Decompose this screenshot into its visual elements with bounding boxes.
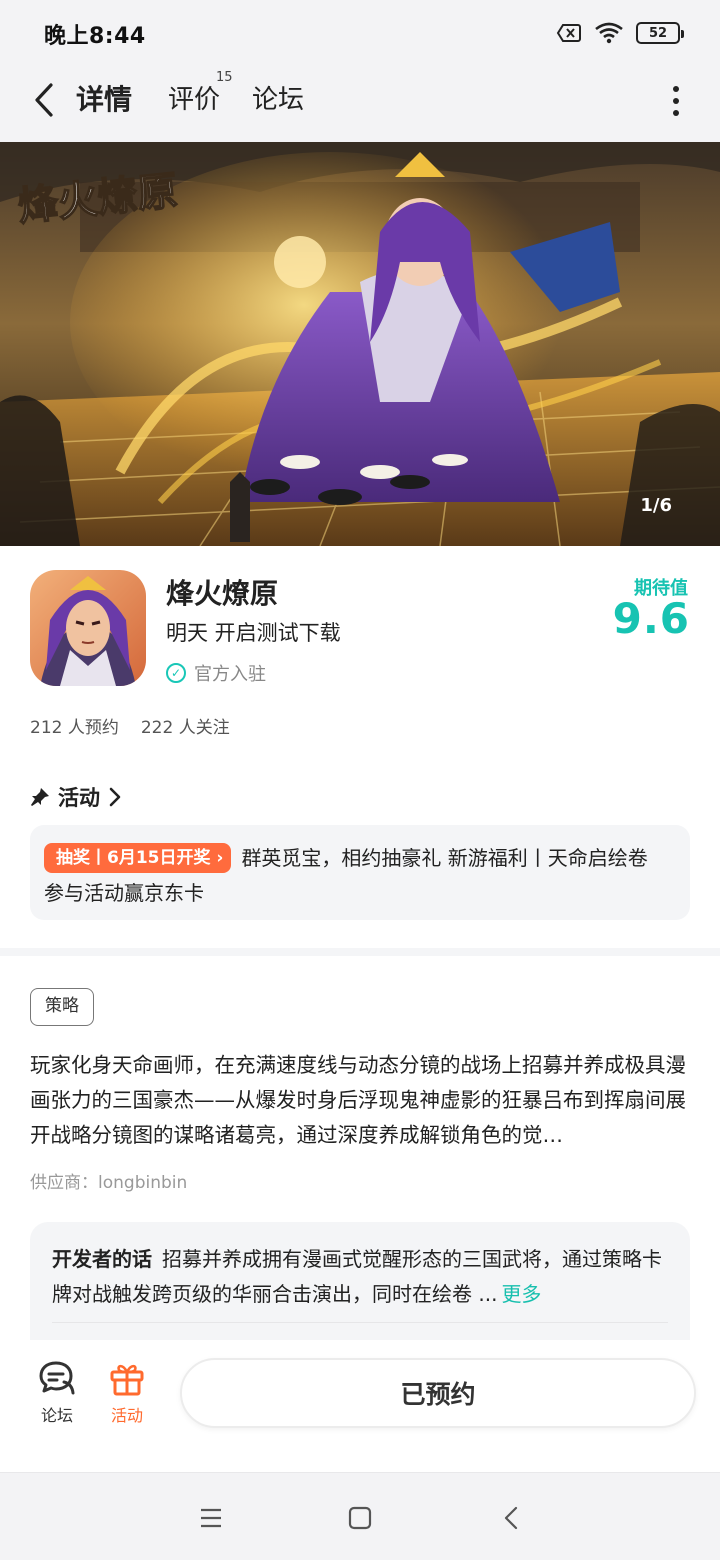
menu-button[interactable] xyxy=(196,1503,226,1533)
forum-button[interactable]: 论坛 xyxy=(27,1360,87,1426)
status-bar: 晚上8:44 52 xyxy=(0,0,720,66)
banner-page-counter: 1/6 xyxy=(640,495,672,516)
section-divider xyxy=(0,948,720,956)
more-options-button[interactable] xyxy=(664,84,688,118)
back-arrow-icon xyxy=(35,83,53,117)
forum-chat-icon xyxy=(39,1361,75,1395)
tab-detail[interactable]: 详情 xyxy=(76,80,133,120)
check-circle-icon: ✓ xyxy=(166,663,186,683)
official-badge: ✓ 官方入驻 xyxy=(166,660,266,686)
developer-note-card[interactable]: 开发者的话 招募并养成拥有漫画式觉醒形态的三国武将，通过策略卡牌对战触发跨页级的华… xyxy=(30,1222,690,1352)
home-button[interactable] xyxy=(345,1503,375,1533)
activity-button[interactable]: 活动 xyxy=(97,1360,157,1426)
wifi-icon xyxy=(595,22,623,44)
supplier-text: 供应商：longbinbin xyxy=(30,1173,188,1193)
release-status: 明天 开启测试下载 xyxy=(166,621,341,645)
stats-row: 212 人预约 222 人关注 xyxy=(30,713,230,738)
game-icon[interactable] xyxy=(30,570,146,686)
reservation-count: 212 人预约 xyxy=(30,718,119,738)
game-avatar-artwork xyxy=(30,570,146,686)
follower-count: 222 人关注 xyxy=(140,718,230,738)
banner-carousel[interactable]: 烽火燎原 1/6 xyxy=(0,142,720,546)
menu-icon xyxy=(201,1508,221,1528)
home-square-icon xyxy=(348,1506,372,1530)
tab-forum[interactable]: 论坛 xyxy=(252,80,304,120)
activity-card[interactable]: 抽奖丨6月15日开奖 › 群英觅宝，相约抽豪礼 新游福利丨天命启绘卷 参与活动赢京… xyxy=(30,825,690,920)
back-button[interactable] xyxy=(24,80,64,120)
system-nav-bar xyxy=(0,1472,720,1560)
developer-note-label: 开发者的话 xyxy=(52,1247,152,1271)
back-triangle-icon xyxy=(504,1506,518,1530)
status-time: 晚上8:44 xyxy=(44,24,146,49)
activity-section-header[interactable]: 活动 xyxy=(30,782,122,812)
chevron-right-icon xyxy=(109,787,121,807)
system-back-button[interactable] xyxy=(496,1503,526,1533)
pin-icon xyxy=(31,788,49,806)
card-divider xyxy=(52,1322,668,1323)
battery-indicator: 52 xyxy=(636,22,684,44)
game-description[interactable]: 玩家化身天命画师，在充满速度线与动态分镜的战场上招募并养成极具漫画张力的三国豪杰… xyxy=(30,1048,692,1153)
banner-artwork: 烽火燎原 xyxy=(0,142,720,546)
review-count-badge: 15 xyxy=(216,70,233,85)
lottery-tag: 抽奖丨6月15日开奖 › xyxy=(44,843,232,873)
sim-off-icon xyxy=(556,24,581,42)
more-link[interactable]: 更多 xyxy=(501,1282,541,1306)
tab-review[interactable]: 评价 15 xyxy=(168,70,233,120)
genre-tag[interactable]: 策略 xyxy=(30,988,94,1026)
reserved-button[interactable]: 已预约 xyxy=(180,1358,696,1428)
game-title: 烽火燎原 xyxy=(166,577,279,610)
gift-icon xyxy=(110,1364,144,1396)
bottom-action-bar: 论坛 活动 已预约 xyxy=(0,1340,720,1472)
status-icons: 52 xyxy=(556,20,684,46)
expect-score: 9.6 xyxy=(612,594,690,643)
nav-bar: 详情 评价 15 论坛 xyxy=(0,66,720,142)
